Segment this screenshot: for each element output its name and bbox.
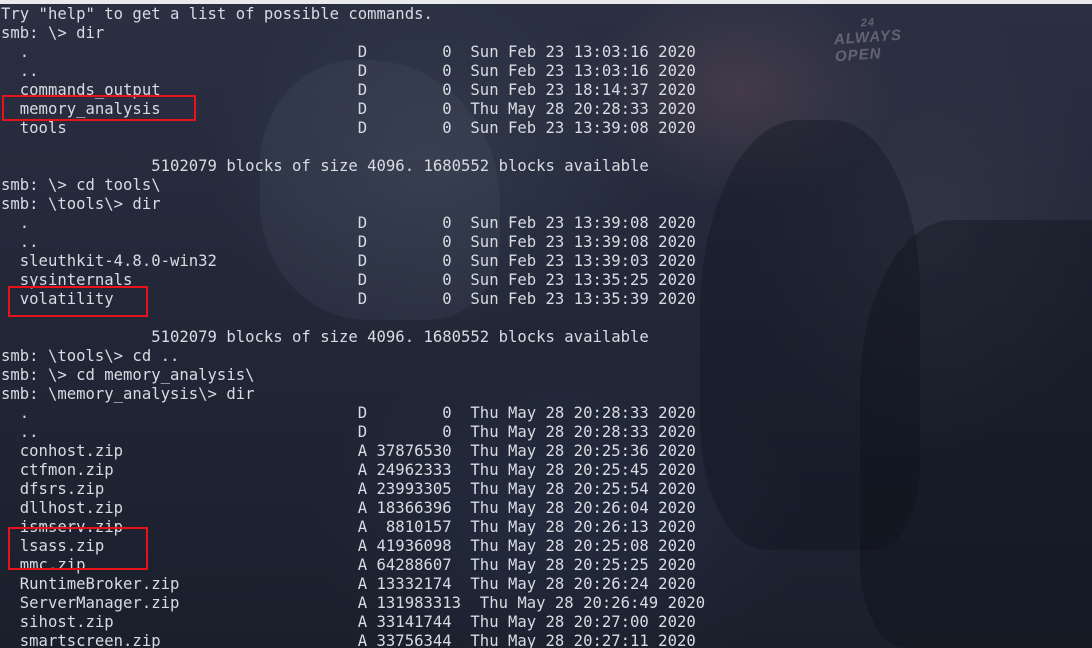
window-top-edge [0, 0, 1092, 4]
terminal-line: smartscreen.zip A 33756344 Thu May 28 20… [1, 632, 696, 648]
terminal-line: smb: \> cd memory_analysis\ [1, 366, 255, 384]
terminal-line: smb: \> cd tools\ [1, 176, 161, 194]
terminal-line: .. D 0 Sun Feb 23 13:39:08 2020 [1, 233, 696, 251]
highlight-box-memory-analysis [2, 95, 196, 121]
terminal-line: dfsrs.zip A 23993305 Thu May 28 20:25:54… [1, 480, 696, 498]
terminal-line: conhost.zip A 37876530 Thu May 28 20:25:… [1, 442, 696, 460]
terminal-line: tools D 0 Sun Feb 23 13:39:08 2020 [1, 119, 696, 137]
terminal-window[interactable]: 24 ALWAYS OPEN Try "help" to get a list … [0, 0, 1092, 648]
terminal-line: Try "help" to get a list of possible com… [1, 5, 433, 23]
terminal-line: sleuthkit-4.8.0-win32 D 0 Sun Feb 23 13:… [1, 252, 696, 270]
highlight-box-volatility [8, 286, 148, 317]
terminal-line: RuntimeBroker.zip A 13332174 Thu May 28 … [1, 575, 696, 593]
highlight-box-lsass [8, 527, 148, 570]
background-neon-sign: 24 ALWAYS OPEN [833, 16, 904, 66]
terminal-line: ctfmon.zip A 24962333 Thu May 28 20:25:4… [1, 461, 696, 479]
terminal-line: dllhost.zip A 18366396 Thu May 28 20:26:… [1, 499, 696, 517]
terminal-line: ServerManager.zip A 131983313 Thu May 28… [1, 594, 706, 612]
terminal-line: 5102079 blocks of size 4096. 1680552 blo… [1, 328, 649, 346]
background-art [860, 220, 1092, 648]
terminal-line: . D 0 Sun Feb 23 13:03:16 2020 [1, 43, 696, 61]
neon-sign-line: OPEN [834, 45, 883, 66]
terminal-line: smb: \memory_analysis\> dir [1, 385, 255, 403]
background-art [700, 120, 920, 550]
terminal-line: 5102079 blocks of size 4096. 1680552 blo… [1, 157, 649, 175]
terminal-line: .. D 0 Thu May 28 20:28:33 2020 [1, 423, 696, 441]
terminal-line: . D 0 Thu May 28 20:28:33 2020 [1, 404, 696, 422]
terminal-line: smb: \> dir [1, 24, 105, 42]
terminal-line: .. D 0 Sun Feb 23 13:03:16 2020 [1, 62, 696, 80]
terminal-line: sihost.zip A 33141744 Thu May 28 20:27:0… [1, 613, 696, 631]
terminal-line: . D 0 Sun Feb 23 13:39:08 2020 [1, 214, 696, 232]
terminal-line: smb: \tools\> dir [1, 195, 161, 213]
terminal-line: smb: \tools\> cd .. [1, 347, 180, 365]
